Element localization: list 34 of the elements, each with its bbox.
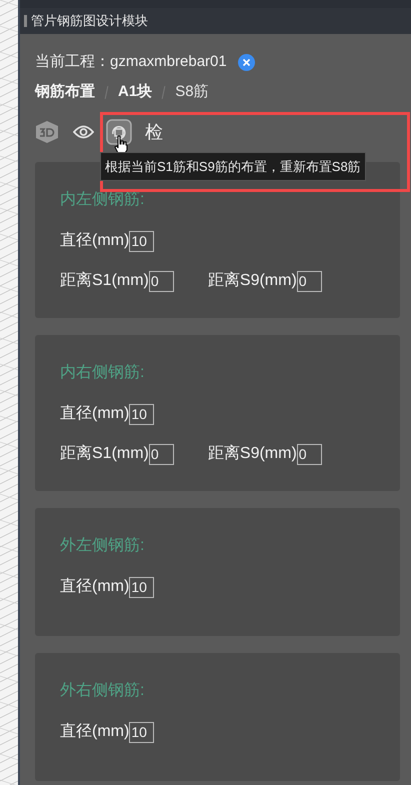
- section-title: 外左侧钢筋:: [60, 536, 144, 556]
- eye-icon[interactable]: [73, 125, 94, 139]
- panel-title: 管片钢筋图设计模块: [31, 12, 148, 30]
- cube-icon[interactable]: [35, 120, 59, 144]
- input-field[interactable]: 0: [148, 444, 174, 464]
- tooltip: 根据当前S1筋和S9筋的布置，重新布置S8筋: [100, 152, 366, 181]
- input-field[interactable]: 0: [296, 444, 322, 464]
- section-title: 外右侧钢筋:: [60, 681, 144, 701]
- field-label: 直径(mm): [60, 404, 130, 424]
- check-button[interactable]: 检: [145, 118, 163, 146]
- field-label: 距离S1(mm): [60, 270, 149, 291]
- close-icon[interactable]: [238, 54, 255, 70]
- field-label: 距离S1(mm): [60, 444, 149, 464]
- project-label: 当前工程：: [35, 52, 110, 72]
- section-title: 内左侧钢筋:: [60, 190, 144, 210]
- grip-icon[interactable]: [24, 15, 27, 27]
- field-label: 直径(mm): [60, 576, 130, 597]
- field-label: 距离S9(mm): [208, 270, 297, 291]
- input-field[interactable]: 10: [129, 404, 154, 424]
- breadcrumb-link[interactable]: A1块: [118, 80, 152, 104]
- hand-cursor-icon: [114, 135, 128, 154]
- input-field[interactable]: 10: [129, 722, 154, 742]
- input-field[interactable]: 0: [296, 270, 322, 292]
- input-field[interactable]: 0: [148, 270, 174, 292]
- refresh-icon[interactable]: [106, 119, 132, 145]
- input-field[interactable]: 10: [129, 576, 154, 598]
- breadcrumb-link[interactable]: 钢筋布置: [35, 80, 95, 104]
- breadcrumb-link[interactable]: S8筋: [175, 80, 209, 104]
- field-label: 距离S9(mm): [208, 444, 297, 464]
- project-name: gzmaxmbrebar01: [110, 52, 227, 72]
- field-label: 直径(mm): [60, 230, 130, 251]
- input-field[interactable]: 10: [129, 230, 154, 252]
- section-title: 内右侧钢筋:: [60, 363, 144, 383]
- field-label: 直径(mm): [60, 722, 130, 742]
